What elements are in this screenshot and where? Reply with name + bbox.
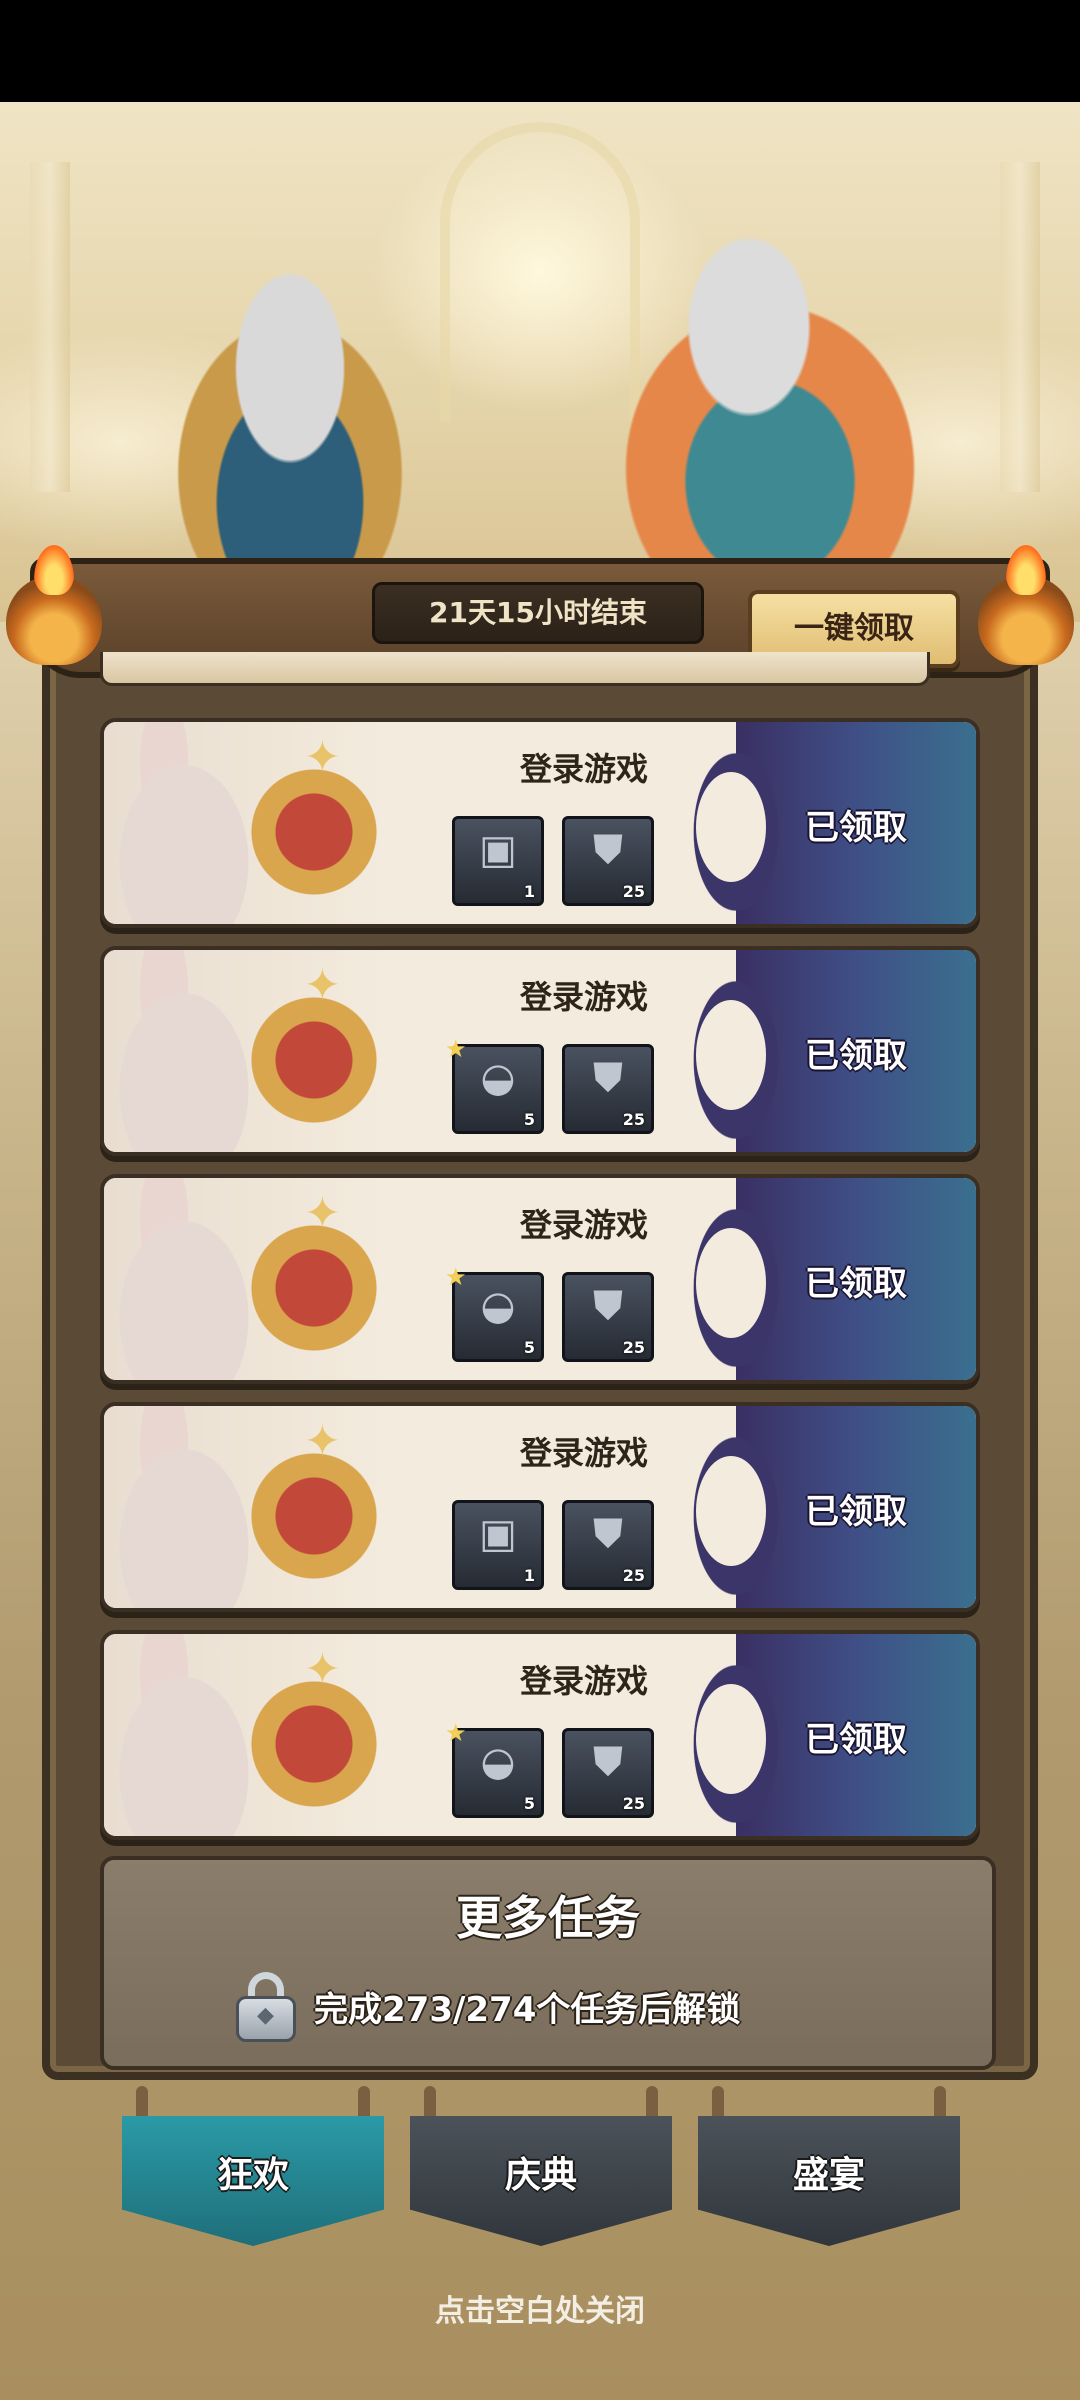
- star-icon: ★: [445, 1719, 467, 1747]
- pillar: [30, 162, 70, 492]
- reward-slot[interactable]: ⛊ 25: [562, 816, 654, 906]
- task-card: 登录游戏◒★5⛊25已领取: [100, 946, 980, 1156]
- hero-banner: [0, 102, 1080, 662]
- rabbit-mascot-art: [104, 722, 384, 924]
- reward-slot[interactable]: ▣ 1: [452, 1500, 544, 1590]
- reward-slot[interactable]: ▣ 1: [452, 816, 544, 906]
- reward-slot[interactable]: ◒ ★ 5: [445, 1719, 544, 1818]
- rune-stone-icon: ▣: [479, 827, 517, 873]
- tab-carnival[interactable]: 狂欢: [122, 2086, 384, 2246]
- reward-quantity: 5: [523, 1110, 535, 1129]
- brazier-left-icon: [6, 545, 102, 665]
- event-screen: 21天15小时结束 一键领取 登录游戏▣1⛊25已领取登录游戏◒★5⛊25已领取…: [0, 0, 1080, 2400]
- tab-celebration[interactable]: 庆典: [410, 2086, 672, 2246]
- reward-slot[interactable]: ◒ ★ 5: [445, 1263, 544, 1362]
- reward-quantity: 25: [622, 1794, 645, 1813]
- rabbit-mascot-art: [104, 1634, 384, 1836]
- claimed-status: 已领取: [805, 808, 907, 848]
- reward-quantity: 1: [523, 882, 535, 901]
- star-icon: ★: [445, 1035, 467, 1063]
- task-card: 登录游戏▣1⛊25已领取: [100, 718, 980, 928]
- helmet-icon: ◒: [480, 1739, 516, 1785]
- task-list[interactable]: 登录游戏▣1⛊25已领取登录游戏◒★5⛊25已领取登录游戏◒★5⛊25已领取登录…: [70, 680, 1010, 1840]
- event-countdown: 21天15小时结束: [372, 582, 704, 644]
- helmet-icon: ◒: [480, 1055, 516, 1101]
- claimed-status: 已领取: [805, 1036, 907, 1076]
- reward-quantity: 25: [622, 1110, 645, 1129]
- tab-feast[interactable]: 盛宴: [698, 2086, 960, 2246]
- claimed-status: 已领取: [805, 1492, 907, 1532]
- more-tasks-card[interactable]: 更多任务 完成273/274个任务后解锁: [100, 1856, 996, 2070]
- claimed-status: 已领取: [805, 1720, 907, 1760]
- armor-chest-icon: ⛊: [593, 1739, 623, 1785]
- armor-chest-icon: ⛊: [593, 1283, 623, 1329]
- rabbit-mascot-art: [104, 1406, 384, 1608]
- reward-quantity: 5: [523, 1338, 535, 1357]
- reward-slot[interactable]: ◒ ★ 5: [445, 1035, 544, 1134]
- tap-to-close-hint[interactable]: 点击空白处关闭: [0, 2286, 1080, 2330]
- reward-slot[interactable]: ⛊ 25: [562, 1728, 654, 1818]
- more-tasks-title: 更多任务: [456, 1891, 640, 1945]
- armor-chest-icon: ⛊: [593, 827, 623, 873]
- reward-slot[interactable]: ⛊ 25: [562, 1272, 654, 1362]
- reward-quantity: 1: [523, 1566, 535, 1585]
- reward-quantity: 25: [622, 1566, 645, 1585]
- reward-slot[interactable]: ⛊ 25: [562, 1500, 654, 1590]
- armor-chest-icon: ⛊: [593, 1055, 623, 1101]
- task-card: 登录游戏◒★5⛊25已领取: [100, 1174, 980, 1384]
- reward-slot[interactable]: ⛊ 25: [562, 1044, 654, 1134]
- task-card: 登录游戏▣1⛊25已领取: [100, 1402, 980, 1612]
- rabbit-mascot-art: [104, 1178, 384, 1380]
- task-card: 登录游戏◒★5⛊25已领取: [100, 1630, 980, 1840]
- reward-quantity: 5: [523, 1794, 535, 1813]
- reward-quantity: 25: [622, 1338, 645, 1357]
- pillar: [1000, 162, 1040, 492]
- rune-stone-icon: ▣: [479, 1511, 517, 1557]
- armor-chest-icon: ⛊: [593, 1511, 623, 1557]
- reward-quantity: 25: [622, 882, 645, 901]
- lock-icon: [236, 1972, 296, 2042]
- helmet-icon: ◒: [480, 1283, 516, 1329]
- claimed-status: 已领取: [805, 1264, 907, 1304]
- unlock-requirement: 完成273/274个任务后解锁: [314, 1990, 741, 2030]
- brazier-right-icon: [978, 545, 1074, 665]
- star-icon: ★: [445, 1263, 467, 1291]
- rabbit-mascot-art: [104, 950, 384, 1152]
